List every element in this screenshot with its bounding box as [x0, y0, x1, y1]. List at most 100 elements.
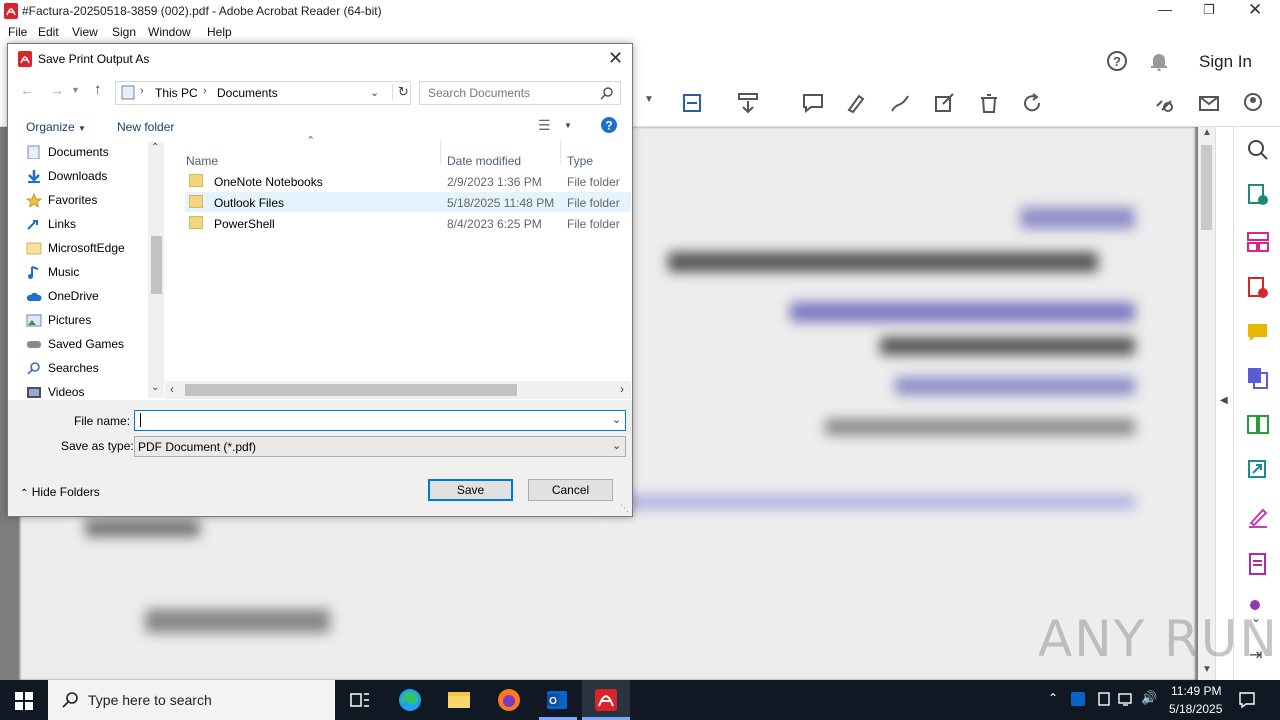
- file-name-input[interactable]: ⌄: [134, 410, 626, 431]
- export-icon[interactable]: [1245, 457, 1271, 483]
- nav-item-searches[interactable]: Searches: [27, 361, 99, 375]
- clock-date[interactable]: 5/18/2025: [1169, 702, 1222, 716]
- link-icon[interactable]: [1153, 92, 1175, 114]
- collapse-panel-icon[interactable]: ◀: [1220, 395, 1228, 406]
- compare-files-icon[interactable]: [1245, 412, 1271, 438]
- clock-time[interactable]: 11:49 PM: [1171, 684, 1221, 698]
- show-hidden-icons-icon[interactable]: ⌃: [1048, 691, 1058, 705]
- search-documents-input[interactable]: Search Documents: [419, 81, 621, 105]
- create-pdf-icon[interactable]: [1245, 275, 1271, 301]
- file-list-horizontal-scrollbar[interactable]: ‹ ›: [165, 381, 631, 399]
- breadcrumb-documents[interactable]: Documents: [217, 86, 278, 100]
- breadcrumb-this-pc[interactable]: This PC: [155, 86, 198, 100]
- volume-icon[interactable]: 🔊: [1141, 690, 1157, 706]
- view-dropdown-icon[interactable]: ▼: [564, 121, 572, 130]
- help-icon[interactable]: ?: [600, 116, 618, 134]
- organize-pages-icon[interactable]: [1245, 229, 1271, 255]
- column-header-type[interactable]: Type: [567, 154, 593, 168]
- hide-folders-button[interactable]: ⌃ Hide Folders: [20, 485, 100, 499]
- draw-icon[interactable]: [889, 92, 911, 114]
- fit-page-icon[interactable]: [681, 92, 703, 114]
- nav-item-documents[interactable]: Documents: [27, 145, 109, 159]
- nav-scroll-thumb[interactable]: [151, 236, 162, 294]
- comment-icon[interactable]: [802, 92, 824, 114]
- network-icon[interactable]: [1118, 691, 1136, 707]
- notifications-icon[interactable]: [1238, 691, 1256, 709]
- share-user-icon[interactable]: [1243, 92, 1265, 114]
- table-row[interactable]: OneNote Notebooks 2/9/2023 1:36 PM File …: [185, 171, 631, 191]
- chevron-down-icon[interactable]: ▼: [644, 94, 654, 105]
- scroll-mode-icon[interactable]: [737, 92, 759, 114]
- nav-item-pictures[interactable]: Pictures: [26, 313, 91, 327]
- document-vertical-scrollbar[interactable]: ▲ ▼: [1198, 127, 1215, 680]
- save-type-select[interactable]: PDF Document (*.pdf) ⌄: [134, 436, 626, 457]
- sign-in-link[interactable]: Sign In: [1199, 52, 1252, 72]
- menu-help[interactable]: Help: [207, 25, 232, 39]
- file-explorer-icon[interactable]: [447, 688, 471, 712]
- address-dropdown-icon[interactable]: ⌄: [370, 86, 379, 99]
- menu-window[interactable]: Window: [148, 25, 191, 39]
- help-icon[interactable]: ?: [1106, 50, 1128, 72]
- menu-view[interactable]: View: [72, 25, 98, 39]
- outlook-tray-icon[interactable]: [1070, 691, 1086, 707]
- nav-item-onedrive[interactable]: OneDrive: [26, 289, 99, 303]
- scroll-down-icon[interactable]: ⌄: [151, 382, 159, 393]
- column-header-date[interactable]: Date modified: [447, 154, 521, 168]
- highlight-icon[interactable]: [845, 92, 867, 114]
- menu-edit[interactable]: Edit: [38, 25, 59, 39]
- save-button[interactable]: Save: [428, 479, 513, 501]
- rotate-icon[interactable]: [1021, 92, 1043, 114]
- view-options-icon[interactable]: ☰: [538, 117, 551, 134]
- new-folder-button[interactable]: New folder: [117, 120, 174, 134]
- resize-grip-icon[interactable]: ⋱: [620, 503, 629, 514]
- scroll-up-icon[interactable]: ⌃: [151, 142, 159, 153]
- protect-pdf-icon[interactable]: [1245, 551, 1271, 577]
- table-row[interactable]: Outlook Files 5/18/2025 11:48 PM File fo…: [185, 192, 631, 212]
- dialog-close-button[interactable]: ✕: [608, 48, 623, 69]
- email-icon[interactable]: [1198, 92, 1220, 114]
- menu-sign[interactable]: Sign: [112, 25, 136, 39]
- scroll-left-icon[interactable]: ‹: [170, 382, 174, 396]
- menu-file[interactable]: File: [8, 25, 27, 39]
- cancel-button[interactable]: Cancel: [528, 479, 613, 501]
- comment-tool-icon[interactable]: [1245, 320, 1271, 346]
- edge-browser-icon[interactable]: [398, 688, 422, 712]
- column-divider[interactable]: [440, 140, 441, 164]
- nav-item-links[interactable]: Links: [27, 217, 76, 231]
- acrobat-taskbar-button[interactable]: [582, 680, 630, 720]
- fill-sign-icon[interactable]: [1245, 505, 1271, 531]
- address-bar[interactable]: › This PC › Documents ⌄ ↻: [115, 81, 411, 105]
- export-pdf-icon[interactable]: [1245, 182, 1271, 208]
- delete-icon[interactable]: [978, 92, 1000, 114]
- taskbar-search-box[interactable]: Type here to search: [48, 680, 335, 720]
- nav-item-favorites[interactable]: Favorites: [26, 193, 97, 207]
- scroll-up-icon[interactable]: ▲: [1202, 127, 1212, 138]
- forward-arrow-icon[interactable]: →: [50, 82, 64, 98]
- refresh-icon[interactable]: ↻: [392, 84, 409, 100]
- back-arrow-icon[interactable]: ←: [20, 82, 34, 98]
- nav-item-saved-games[interactable]: Saved Games: [27, 337, 124, 351]
- nav-item-music[interactable]: Music: [28, 265, 79, 279]
- nav-item-downloads[interactable]: Downloads: [28, 169, 107, 183]
- windows-start-icon[interactable]: [15, 692, 33, 710]
- bell-icon[interactable]: [1150, 51, 1168, 71]
- zoom-search-icon[interactable]: [1245, 137, 1271, 163]
- column-divider[interactable]: [560, 140, 561, 164]
- nav-item-videos[interactable]: Videos: [27, 385, 84, 399]
- edit-stamp-icon[interactable]: [933, 92, 955, 114]
- restore-button[interactable]: ❐: [1203, 2, 1215, 18]
- nav-item-microsoftedge[interactable]: MicrosoftEdge: [26, 241, 125, 255]
- recent-locations-icon[interactable]: ▼: [71, 85, 80, 95]
- minimize-button[interactable]: —: [1158, 1, 1172, 17]
- up-arrow-icon[interactable]: ↑: [94, 81, 102, 98]
- device-tray-icon[interactable]: [1096, 691, 1112, 707]
- chevron-down-icon[interactable]: ⌄: [612, 413, 621, 426]
- horizontal-scroll-thumb[interactable]: [185, 384, 517, 396]
- column-header-name[interactable]: Name: [186, 154, 218, 168]
- combine-files-icon[interactable]: [1245, 365, 1271, 391]
- table-row[interactable]: PowerShell 8/4/2023 6:25 PM File folder: [185, 213, 631, 233]
- outlook-icon[interactable]: O: [545, 688, 569, 712]
- scroll-right-icon[interactable]: ›: [620, 382, 624, 396]
- close-window-button[interactable]: ✕: [1248, 0, 1262, 20]
- organize-button[interactable]: Organize ▼: [26, 120, 86, 134]
